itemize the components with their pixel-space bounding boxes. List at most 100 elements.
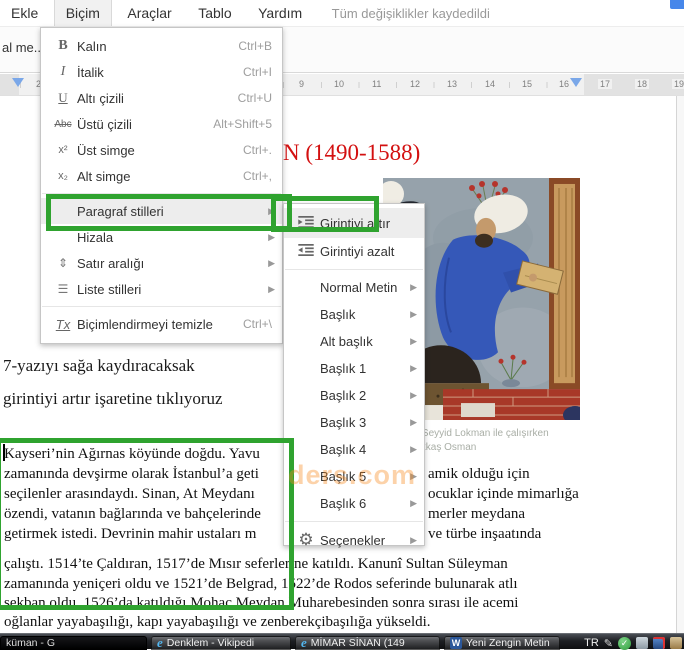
submenu-item-baslik-2[interactable]: Başlık 2 ▶ [284, 382, 424, 409]
menu-item-liste-stilleri[interactable]: ☰ Liste stilleri ▶ [41, 276, 282, 302]
menu-item-ust-simge[interactable]: x² Üst simge Ctrl+. [41, 137, 282, 163]
submenu-arrow-icon: ▶ [410, 498, 417, 508]
clear-formatting-icon: Tx [55, 316, 71, 332]
menu-item-label: Girintiyi azalt [320, 244, 395, 259]
superscript-icon: x² [58, 144, 68, 156]
taskbar-button-denklem[interactable]: e Denklem - Vikipedi [151, 636, 291, 650]
menu-item-label: Başlık 4 [320, 442, 367, 457]
paragraph-styles-submenu-panel: Girintiyi artır Girintiyi azalt Normal M… [283, 203, 425, 549]
submenu-item-baslik-3[interactable]: Başlık 3 ▶ [284, 409, 424, 436]
submenu-arrow-icon: ▶ [410, 417, 417, 427]
submenu-item-alt-baslik[interactable]: Alt başlık ▶ [284, 328, 424, 355]
paragraph-style-selector[interactable]: al me... [2, 40, 45, 55]
menu-item-italik[interactable]: I İtalik Ctrl+I [41, 59, 282, 85]
submenu-arrow-icon: ▶ [410, 363, 417, 373]
menu-item-label: Liste stilleri [77, 281, 142, 297]
menu-item-label: Başlık 2 [320, 388, 367, 403]
strikethrough-icon: Abc [54, 118, 72, 130]
menu-bar: Ekle Biçim Araçlar Tablo Yardım Tüm deği… [0, 0, 684, 26]
menu-item-label: Hizala [77, 229, 114, 245]
pencil-icon[interactable]: ✎ [604, 637, 613, 650]
menu-bicim[interactable]: Biçim [53, 0, 112, 26]
menu-shortcut: Ctrl+U [237, 91, 272, 105]
menu-item-alti-cizili[interactable]: U Altı çizili Ctrl+U [41, 85, 282, 111]
tray-network-icon[interactable] [670, 637, 682, 649]
bold-icon: B [58, 38, 68, 53]
annotation-box-girintiyi-artir [271, 196, 379, 232]
menu-item-alt-simge[interactable]: x₂ Alt simge Ctrl+, [41, 163, 282, 189]
submenu-arrow-icon: ▶ [268, 283, 275, 294]
word-icon: W [450, 637, 462, 649]
submenu-arrow-icon: ▶ [410, 309, 417, 319]
submenu-item-baslik[interactable]: Başlık ▶ [284, 301, 424, 328]
menu-shortcut: Ctrl+. [242, 143, 272, 157]
ruler-number: 17 [598, 79, 613, 89]
menu-item-label: Altı çizili [77, 90, 124, 106]
annotation-box-paragraph [0, 438, 294, 610]
taskbar-button-active-document[interactable]: küman - G [0, 636, 147, 650]
underline-icon: U [58, 90, 68, 105]
submenu-arrow-icon: ▶ [410, 336, 417, 346]
menu-item-label: Üst simge [77, 142, 135, 158]
tray-audio-icon[interactable] [653, 637, 665, 649]
menu-item-label: Başlık 6 [320, 496, 367, 511]
security-check-icon[interactable]: ✓ [618, 636, 631, 650]
share-button-fragment[interactable] [670, 0, 684, 9]
submenu-item-baslik-1[interactable]: Başlık 1 ▶ [284, 355, 424, 382]
menu-araclar[interactable]: Araçlar [116, 0, 182, 26]
submenu-arrow-icon: ▶ [410, 534, 417, 545]
menu-item-label: Satır aralığı [77, 255, 145, 271]
tray-device-icon[interactable] [636, 637, 648, 649]
menu-item-label: Üstü çizili [77, 116, 132, 132]
submenu-arrow-icon: ▶ [268, 231, 275, 242]
ruler-number: 13 [445, 79, 460, 89]
taskbar-button-label: Yeni Zengin Metin [466, 637, 550, 649]
taskbar-button-zengin-metin[interactable]: W Yeni Zengin Metin [444, 636, 560, 650]
menu-item-ustu-cizili[interactable]: Abc Üstü çizili Alt+Shift+5 [41, 111, 282, 137]
menu-ekle[interactable]: Ekle [0, 0, 49, 26]
taskbar-button-label: küman - G [6, 637, 56, 649]
language-indicator[interactable]: TR [584, 637, 599, 649]
menu-shortcut: Ctrl+I [242, 65, 272, 79]
italic-icon: I [60, 64, 66, 79]
ruler-number: 11 [370, 79, 384, 89]
menu-item-label: Biçimlendirmeyi temizle [77, 316, 213, 332]
menu-shortcut: Ctrl+, [242, 169, 272, 183]
image-caption-line-1: an Seyyid Lokman ile çalışırken [408, 428, 549, 439]
system-tray: TR ✎ ✓ [584, 636, 682, 650]
submenu-item-girintiyi-azalt[interactable]: Girintiyi azalt [284, 238, 424, 265]
submenu-arrow-icon: ▶ [410, 282, 417, 292]
gear-icon: ⚙ [298, 530, 314, 549]
menu-item-label: Kalın [77, 38, 107, 54]
format-menu-panel: B Kalın Ctrl+B I İtalik Ctrl+I U Altı çi… [40, 27, 283, 344]
menu-item-kalin[interactable]: B Kalın Ctrl+B [41, 33, 282, 59]
right-indent-marker[interactable] [570, 78, 582, 87]
menu-item-label: Başlık 1 [320, 361, 367, 376]
internet-explorer-icon: e [301, 636, 307, 650]
page-gutter [677, 96, 684, 633]
menu-item-satir-araligi[interactable]: ⇕ Satır aralığı ▶ [41, 250, 282, 276]
ruler-number: 12 [408, 79, 423, 89]
menu-tablo[interactable]: Tablo [187, 0, 242, 26]
menu-yardim[interactable]: Yardım [247, 0, 313, 26]
submenu-item-normal-metin[interactable]: Normal Metin ▶ [284, 274, 424, 301]
screenshot-root: { "menubar": { "items": ["Ekle", "Biçim"… [0, 0, 684, 650]
menu-separator [285, 521, 423, 522]
menu-item-label: Alt simge [77, 168, 131, 184]
list-styles-icon: ☰ [57, 282, 69, 296]
ruler-number: 18 [635, 79, 650, 89]
submenu-item-baslik-6[interactable]: Başlık 6 ▶ [284, 490, 424, 517]
submenu-item-baslik-4[interactable]: Başlık 4 ▶ [284, 436, 424, 463]
menu-separator [42, 306, 281, 307]
menu-item-label: Alt başlık [320, 334, 373, 349]
submenu-item-secenekler[interactable]: ⚙ Seçenekler ▶ [284, 526, 424, 554]
menu-item-bicimlendirmeyi-temizle[interactable]: Tx Biçimlendirmeyi temizle Ctrl+\ [41, 311, 282, 337]
menu-separator [285, 269, 423, 270]
taskbar-button-mimar-sinan[interactable]: e MİMAR SİNAN (149 [295, 636, 440, 650]
left-indent-marker[interactable] [12, 78, 24, 87]
taskbar-button-label: Denklem - Vikipedi [166, 637, 255, 649]
ruler-number: 10 [332, 79, 347, 89]
menu-item-label: Başlık 3 [320, 415, 367, 430]
menu-shortcut: Ctrl+\ [242, 317, 272, 331]
submenu-arrow-icon: ▶ [410, 390, 417, 400]
